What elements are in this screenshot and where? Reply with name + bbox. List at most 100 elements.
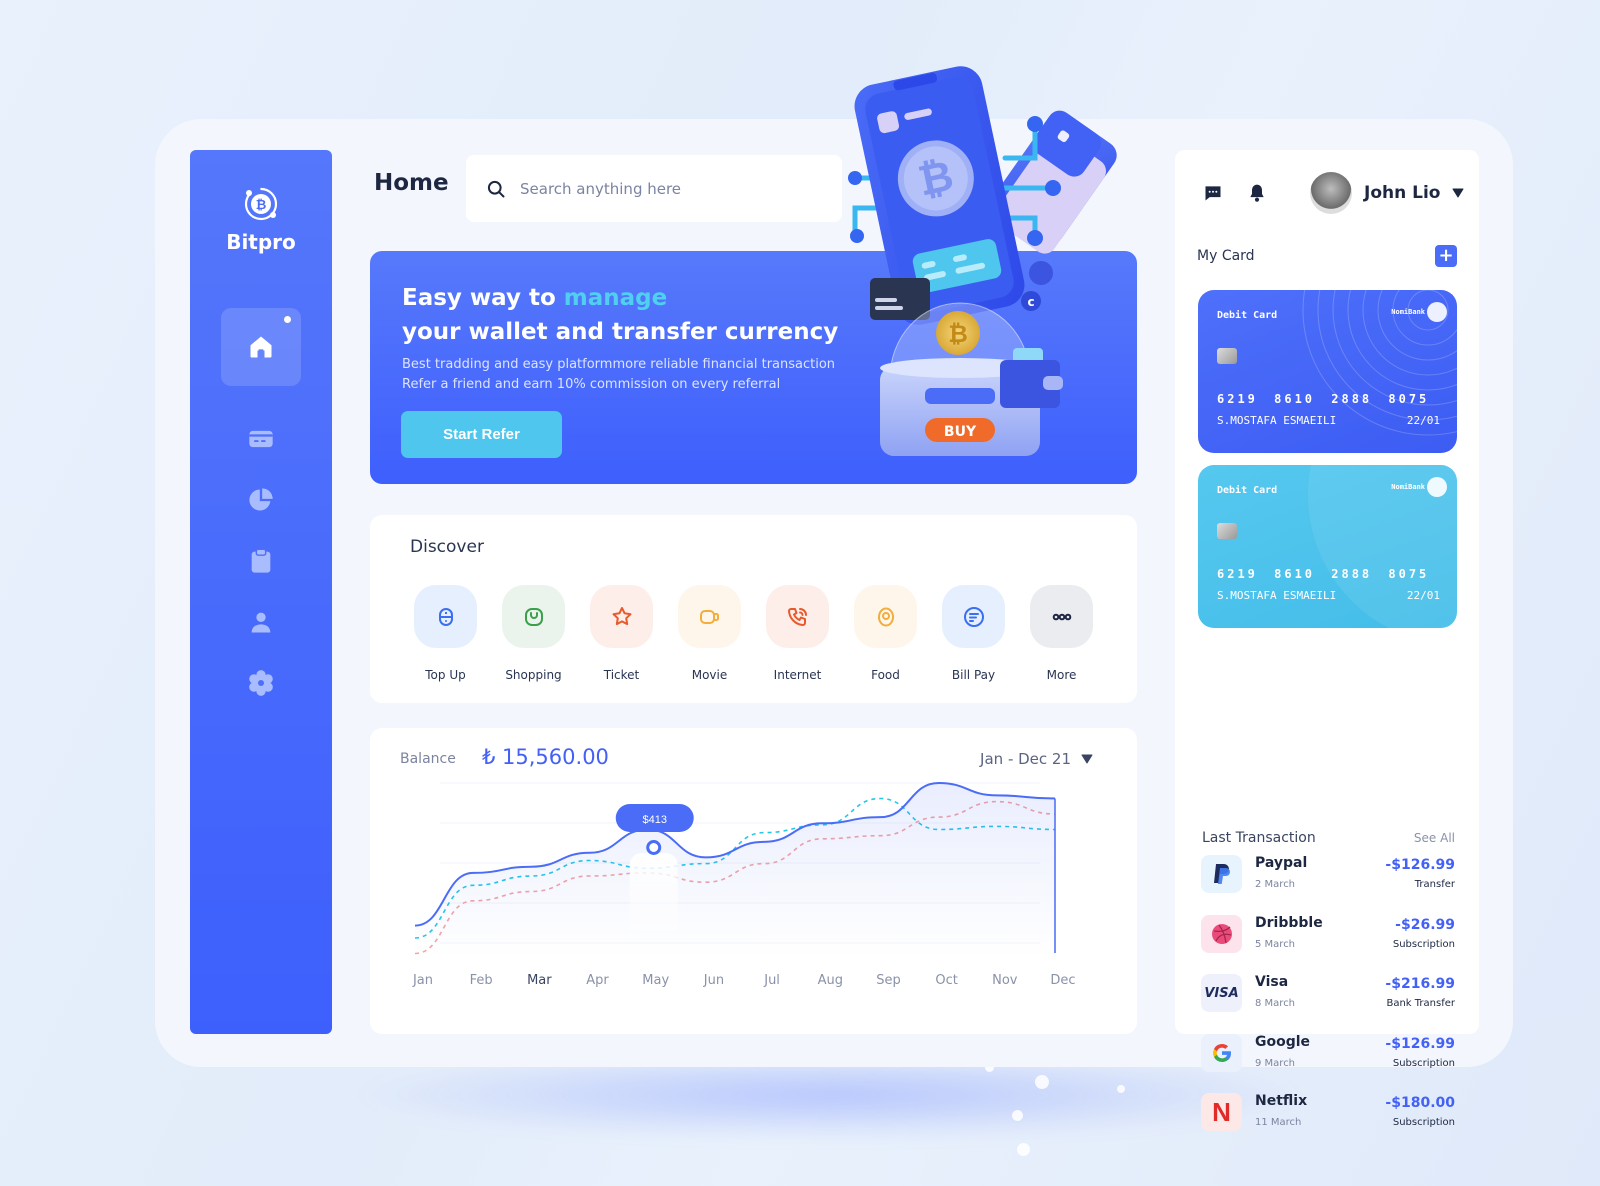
- card-bank: NomiBank: [1391, 308, 1425, 316]
- hero-title-part1: Easy way to: [402, 285, 564, 311]
- date-range-select[interactable]: Jan - Dec 21: [980, 750, 1093, 768]
- card-bank: NomiBank: [1391, 483, 1425, 491]
- debit-card[interactable]: Debit Card NomiBank 6219 8610 2888 8075 …: [1198, 290, 1457, 453]
- balance-chart-panel: $413 Jan Feb Mar Apr May Jun Jul Aug Sep Oct Nov Dec…: [370, 728, 1137, 1034]
- transaction-logo: N: [1201, 1093, 1242, 1131]
- bank-logo-icon: [1427, 302, 1447, 322]
- logo[interactable]: ₿ Bitpro: [226, 184, 296, 254]
- home-icon: [250, 336, 272, 358]
- transaction-amount: -$126.99: [1385, 1035, 1455, 1052]
- discover-title: Discover: [410, 537, 484, 557]
- receipt-icon: [963, 606, 984, 627]
- sidebar-item-home[interactable]: [221, 308, 301, 386]
- clipboard-icon: [251, 548, 271, 573]
- discover-item-shopping[interactable]: Shopping: [502, 585, 565, 682]
- decor-dot: [1117, 1085, 1125, 1093]
- transaction-date: 9 March: [1255, 1057, 1296, 1069]
- card-expiry: 22/01: [1406, 414, 1440, 427]
- header-actions: [1203, 183, 1267, 203]
- hero-description: Best tradding and easy platformmore reli…: [402, 355, 835, 395]
- add-card-button[interactable]: +: [1435, 245, 1457, 267]
- discover-label: Top Up: [425, 668, 466, 682]
- card-expiry: 22/01: [1406, 589, 1440, 602]
- pie-chart-icon: [249, 488, 273, 511]
- x-tick-label: Nov: [992, 973, 1018, 988]
- discover-item-more[interactable]: More: [1030, 585, 1093, 682]
- transaction-item[interactable]: N Netflix 11 March -$180.00 Subscription: [1201, 1093, 1455, 1137]
- credit-card-icon: [249, 430, 273, 448]
- discover-item-top-up[interactable]: Top Up: [414, 585, 477, 682]
- transaction-type: Transfer: [1414, 879, 1455, 890]
- transaction-name: Dribbble: [1255, 914, 1323, 931]
- discover-label: More: [1046, 668, 1077, 682]
- transaction-item[interactable]: Paypal 2 March -$126.99 Transfer: [1201, 855, 1455, 899]
- date-range-value: Jan - Dec 21: [980, 750, 1071, 768]
- debit-card[interactable]: Debit Card NomiBank 6219 8610 2888 8075 …: [1198, 465, 1457, 628]
- transaction-type: Subscription: [1392, 1057, 1455, 1069]
- search-icon: [487, 180, 505, 197]
- svg-text:c: c: [1027, 295, 1034, 309]
- hero-title: Easy way to manage your wallet and transf…: [402, 281, 838, 349]
- discover-icon-button[interactable]: [502, 585, 565, 648]
- discover-label: Ticket: [603, 668, 640, 682]
- series-area-balance: [415, 783, 1055, 958]
- discover-item-movie[interactable]: Movie: [678, 585, 741, 682]
- tooltip-label: $413: [642, 814, 666, 826]
- x-tick-label: Aug: [818, 973, 843, 988]
- discover-icon-button[interactable]: [678, 585, 741, 648]
- transaction-type: Subscription: [1392, 1117, 1455, 1128]
- discover-item-ticket[interactable]: Ticket: [590, 585, 653, 682]
- transaction-item[interactable]: Dribbble 5 March -$26.99 Subscription: [1201, 914, 1455, 959]
- discover-label: Shopping: [505, 668, 562, 682]
- search-input[interactable]: Search anything here: [466, 155, 842, 222]
- card-chip-icon: [1217, 523, 1237, 539]
- discover-item-food[interactable]: Food: [854, 585, 917, 682]
- transaction-item[interactable]: VISA Visa 8 March -$216.99 Bank Transfer: [1201, 974, 1455, 1018]
- card-holder: S.MOSTAFA ESMAEILI: [1217, 589, 1337, 602]
- user-icon: [251, 612, 271, 633]
- transaction-logo: [1201, 1033, 1242, 1072]
- sidebar-item-settings[interactable]: [221, 644, 301, 722]
- sidebar: ₿ Bitpro: [190, 150, 332, 1034]
- balance-chart: $413 Jan Feb Mar Apr May Jun Jul Aug Sep Oct Nov Dec: [412, 781, 1076, 988]
- user-menu[interactable]: John Lio: [1310, 172, 1464, 214]
- svg-text:₿: ₿: [948, 320, 968, 348]
- x-tick-label: Apr: [586, 973, 609, 988]
- right-panel: John Lio My Card + Debit Card NomiBank 6…: [1175, 150, 1479, 1131]
- star-icon: [612, 606, 631, 625]
- chat-icon[interactable]: [1203, 183, 1223, 203]
- card-chip-icon: [1217, 348, 1237, 364]
- hover-marker: [646, 840, 662, 855]
- start-refer-button[interactable]: Start Refer: [401, 411, 562, 458]
- discover-icon-button[interactable]: [414, 585, 477, 648]
- balance-label: Balance: [400, 751, 456, 767]
- discover-icon-button[interactable]: [942, 585, 1005, 648]
- hover-column: [629, 853, 678, 953]
- dribbble-icon: [1211, 923, 1232, 944]
- bell-icon[interactable]: [1247, 183, 1267, 203]
- discover-item-bill-pay[interactable]: Bill Pay: [942, 585, 1005, 682]
- card-number: 6219 8610 2888 8075: [1217, 392, 1430, 406]
- bitcoin-logo-icon: ₿: [244, 187, 278, 221]
- discover-icon-button[interactable]: [1030, 585, 1093, 648]
- discover-icon-button[interactable]: [766, 585, 829, 648]
- discover-item-internet[interactable]: Internet: [766, 585, 829, 682]
- svg-text:₿: ₿: [256, 198, 267, 213]
- app-name: Bitpro: [226, 230, 296, 254]
- transaction-type: Subscription: [1392, 938, 1455, 950]
- caret-down-icon: [1452, 188, 1464, 198]
- discover-icon-button[interactable]: [854, 585, 917, 648]
- x-tick-label: Oct: [935, 973, 957, 988]
- buy-badge: BUY: [944, 424, 977, 440]
- discover-icon-button[interactable]: [590, 585, 653, 648]
- search-placeholder: Search anything here: [520, 179, 682, 198]
- transaction-date: 8 March: [1255, 998, 1296, 1009]
- x-tick-label: Mar: [527, 973, 552, 988]
- transaction-logo: [1201, 855, 1242, 893]
- last-transaction-title: Last Transaction: [1202, 830, 1316, 846]
- see-all-link[interactable]: See All: [1414, 831, 1455, 845]
- page-title: Home: [374, 170, 449, 196]
- transaction-item[interactable]: Google 9 March -$126.99 Subscription: [1201, 1033, 1455, 1078]
- plus-icon: +: [1438, 245, 1454, 266]
- transaction-logo: VISA: [1201, 974, 1242, 1012]
